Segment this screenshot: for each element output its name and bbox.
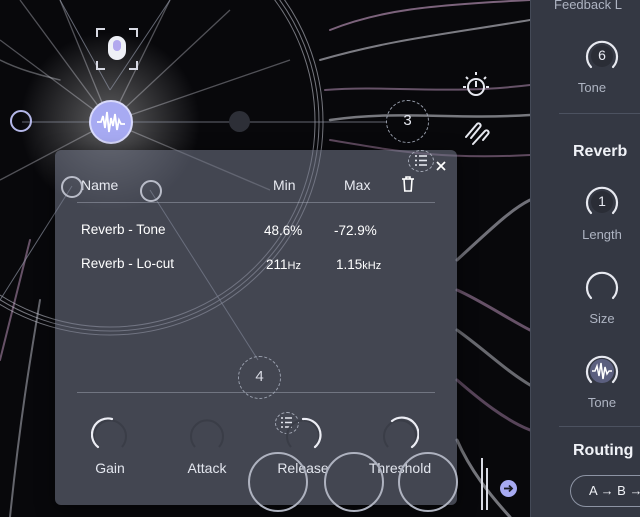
tone-bottom-label: Tone (587, 395, 617, 410)
right-panel: Feedback L 6 Tone Reverb 1 Length Size T… (530, 0, 640, 517)
bottom-knob-1[interactable] (248, 452, 308, 512)
row-min: 48.6% (264, 223, 302, 238)
header-max: Max (344, 177, 371, 193)
attack-label: Attack (187, 460, 227, 476)
tone-knob-top[interactable]: 6 (583, 37, 621, 75)
attack-knob[interactable] (188, 416, 226, 454)
row-max: -72.9% (334, 223, 377, 238)
level-meter (480, 458, 490, 510)
routing-heading: Routing (573, 442, 634, 459)
size-label: Size (589, 311, 615, 326)
row-min: 211Hz (266, 257, 301, 272)
row-max-unit: kHz (362, 260, 382, 272)
node-dot-right[interactable] (229, 111, 250, 132)
row-max-value: -72.9% (334, 223, 377, 238)
row-max: 1.15kHz (336, 257, 381, 272)
length-label: Length (582, 227, 622, 242)
trash-icon[interactable] (401, 176, 415, 192)
list-icon[interactable] (408, 150, 434, 172)
header-divider (77, 202, 435, 203)
reverb-heading: Reverb (573, 143, 628, 160)
waveform-icon (97, 111, 125, 133)
length-knob[interactable]: 1 (583, 183, 621, 221)
sun-timer-icon[interactable] (460, 70, 492, 102)
close-icon[interactable] (433, 158, 449, 174)
expand-icon[interactable] (95, 27, 139, 71)
threshold-knob[interactable] (381, 416, 420, 454)
length-value: 1 (598, 193, 606, 209)
row-name: Reverb - Lo-cut (81, 256, 175, 271)
routing-button[interactable]: A → B → (570, 475, 640, 507)
node-4[interactable]: 4 (238, 356, 281, 399)
tone-top-value: 6 (598, 47, 606, 63)
section-divider-2 (559, 426, 640, 427)
section-divider (559, 113, 640, 114)
header-min: Min (273, 177, 296, 193)
plugin-window: 3 Feedback L 6 Tone Reverb 1 Length Size… (0, 0, 640, 517)
size-knob[interactable] (583, 268, 621, 306)
bottom-knob-2[interactable] (324, 452, 384, 512)
row-min-value: 48.6% (264, 223, 303, 238)
row-name: Reverb - Tone (81, 222, 166, 237)
tone-knob-bottom[interactable] (583, 352, 621, 390)
gain-label: Gain (95, 460, 125, 476)
curve-icon[interactable] (463, 120, 491, 148)
row-min-value: 211 (266, 257, 288, 272)
node-circle-b[interactable] (140, 180, 162, 202)
node-3[interactable]: 3 (386, 100, 429, 143)
arrow-right-icon[interactable] (500, 480, 517, 497)
row-min-unit: Hz (287, 260, 301, 272)
node-circle-a[interactable] (61, 176, 83, 198)
gain-knob[interactable] (90, 416, 129, 454)
node-circle-left[interactable] (10, 110, 32, 132)
modulation-popup: Name Min Max Reverb - Tone 48.6% -72.9% … (55, 150, 457, 505)
feedback-label: Feedback L (554, 0, 622, 12)
release-knob[interactable] (284, 416, 322, 454)
row-max-value: 1.15 (336, 257, 363, 272)
header-name: Name (81, 177, 119, 193)
bottom-knob-3[interactable] (398, 452, 458, 512)
tone-top-label: Tone (577, 80, 607, 95)
active-node[interactable] (89, 100, 133, 144)
